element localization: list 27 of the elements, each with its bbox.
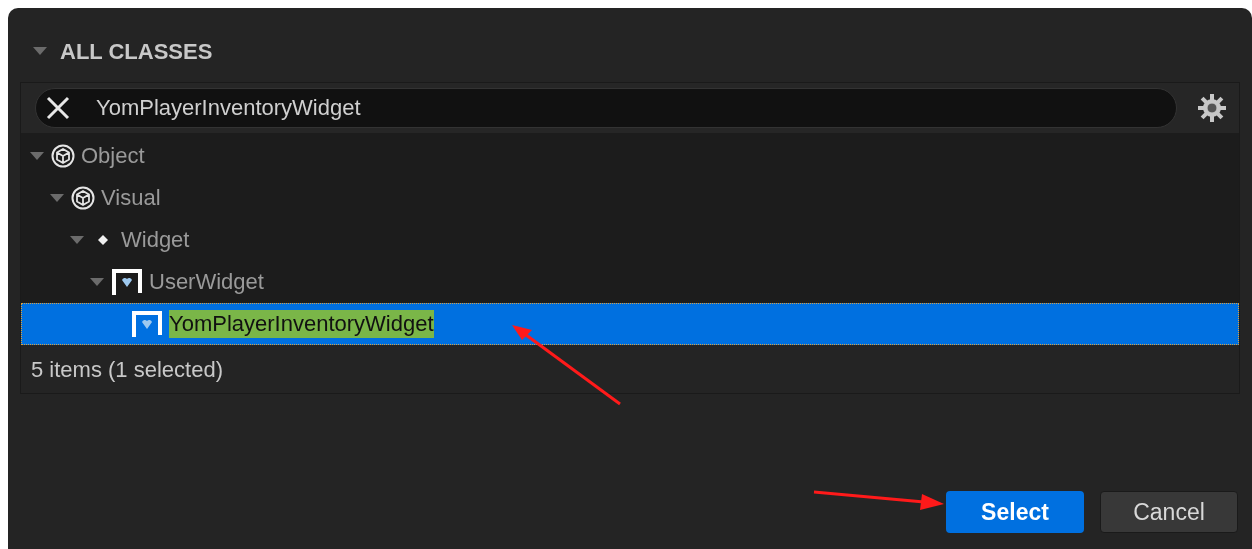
search-field[interactable]: YomPlayerInventoryWidget bbox=[35, 88, 1177, 128]
clear-search-icon[interactable] bbox=[45, 95, 71, 121]
tree-row[interactable]: YomPlayerInventoryWidget bbox=[21, 303, 1239, 345]
section-title: ALL CLASSES bbox=[60, 37, 213, 66]
tree-row[interactable]: Widget bbox=[21, 219, 1239, 261]
status-text: 5 items (1 selected) bbox=[31, 355, 223, 384]
settings-icon[interactable] bbox=[1197, 93, 1227, 123]
class-name: Widget bbox=[121, 226, 190, 254]
class-name: Object bbox=[81, 142, 145, 170]
expand-caret-icon[interactable] bbox=[49, 192, 65, 204]
class-name: YomPlayerInventoryWidget bbox=[169, 310, 434, 338]
cube-icon bbox=[51, 144, 75, 168]
class-name: Visual bbox=[101, 184, 161, 212]
widget-icon bbox=[111, 268, 143, 296]
diamond-icon bbox=[97, 234, 109, 246]
cube-icon bbox=[71, 186, 95, 210]
expand-caret-icon[interactable] bbox=[89, 276, 105, 288]
tree-row[interactable]: Visual bbox=[21, 177, 1239, 219]
tree-row[interactable]: Object bbox=[21, 135, 1239, 177]
tree-row[interactable]: UserWidget bbox=[21, 261, 1239, 303]
secondary-button[interactable]: Cancel bbox=[1100, 491, 1238, 533]
collapse-caret-icon[interactable] bbox=[32, 45, 48, 57]
primary-button[interactable]: Select bbox=[946, 491, 1084, 533]
expand-caret-icon[interactable] bbox=[69, 234, 85, 246]
widget-icon bbox=[131, 310, 163, 338]
class-name: UserWidget bbox=[149, 268, 264, 296]
expand-caret-icon[interactable] bbox=[29, 150, 45, 162]
